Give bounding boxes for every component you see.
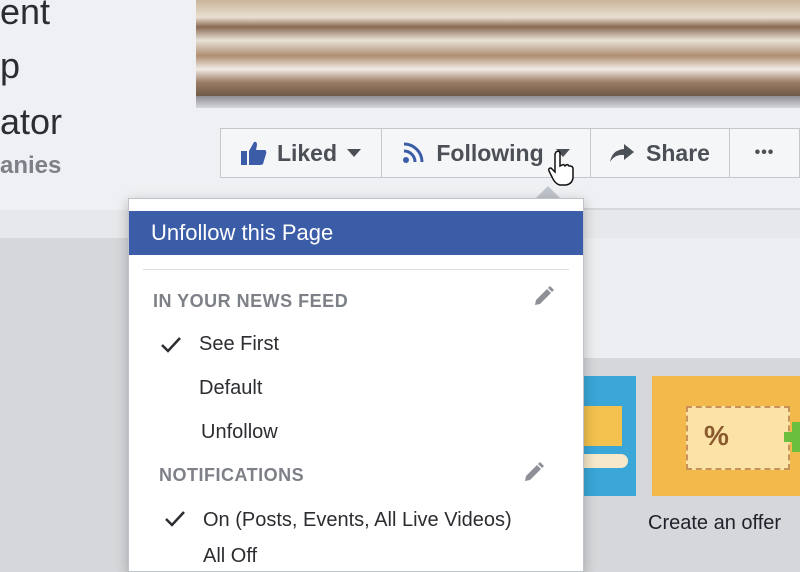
unfollow-option[interactable]: Unfollow [201,421,278,444]
unfollow-page-item[interactable]: Unfollow this Page [129,211,583,255]
liked-label: Liked [276,139,338,166]
share-button[interactable]: Share [590,128,730,178]
pencil-edit-icon[interactable] [533,285,555,312]
illustration-icon [578,406,622,446]
following-dropdown-menu: Unfollow this Page IN YOUR NEWS FEED See… [128,198,584,572]
more-options-button[interactable]: ••• [729,128,800,178]
coupon-icon: % [686,406,790,470]
checkmark-icon [165,511,185,532]
hand-cursor-icon [548,150,578,191]
more-dots-icon: ••• [754,144,775,161]
create-offer-card-image[interactable]: % [652,376,800,496]
checkmark-icon [161,337,181,358]
cover-shadow [196,96,800,108]
pencil-edit-icon[interactable] [523,461,545,488]
share-arrow-icon [610,144,635,162]
thumbs-up-icon [240,141,267,165]
liked-button[interactable]: Liked [220,128,382,178]
share-label: Share [646,139,710,166]
all-off-option[interactable]: All Off [203,545,257,568]
page-info-line: ent [0,0,51,32]
page-info-line: p [0,45,21,86]
following-label: Following [436,139,544,166]
notifications-header: NOTIFICATIONS [159,465,305,485]
content-panel [580,238,800,358]
cover-photo [196,0,800,96]
news-feed-header: IN YOUR NEWS FEED [153,291,349,311]
see-first-option[interactable]: See First [199,333,279,356]
create-offer-label[interactable]: Create an offer [648,512,781,535]
default-option[interactable]: Default [199,377,262,400]
rss-feed-icon [402,142,424,164]
notifications-on-option[interactable]: On (Posts, Events, All Live Videos) [203,509,512,532]
page-info-panel: ent p ator anies [0,0,196,210]
chevron-down-icon [347,149,362,157]
page-info-line: ator [0,101,63,142]
page-category: anies [0,152,62,179]
menu-divider [143,269,569,270]
